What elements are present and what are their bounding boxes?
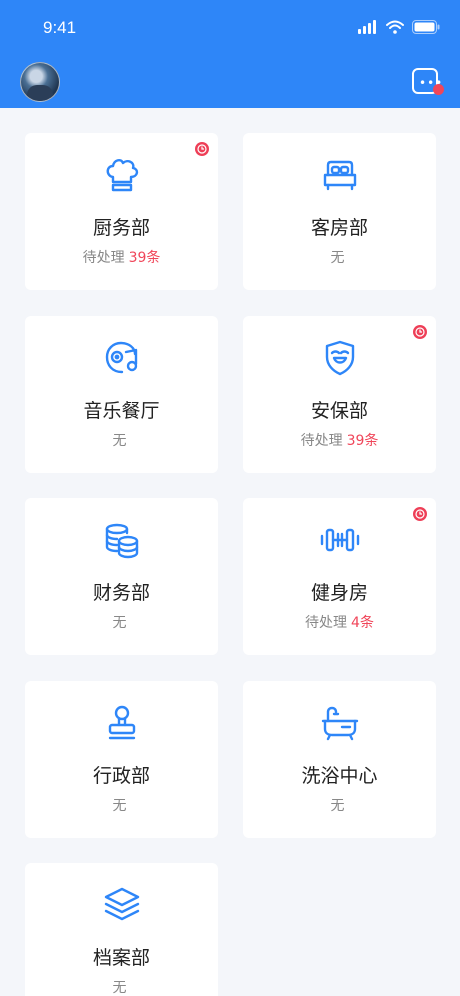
- status-time: 9:41: [43, 18, 77, 37]
- layers-icon: [104, 887, 139, 921]
- department-name: 财务部: [92, 582, 150, 604]
- department-card-gym[interactable]: 健身房 待处理 4条: [243, 498, 436, 655]
- pending-count: 39条: [128, 250, 161, 266]
- department-name: 安保部: [310, 400, 368, 422]
- clock-badge-icon: [413, 507, 427, 521]
- coins-icon: [105, 523, 138, 559]
- department-name: 洗浴中心: [301, 765, 378, 787]
- clock-badge-icon: [413, 325, 427, 339]
- department-card-admin[interactable]: 行政部 无: [25, 681, 218, 838]
- department-card-finance[interactable]: 财务部 无: [25, 498, 218, 655]
- department-name: 音乐餐厅: [83, 400, 160, 422]
- header-bar: 9:41 •••: [0, 0, 460, 108]
- status-icons: [358, 20, 440, 34]
- department-status: 无: [330, 250, 345, 266]
- department-card-kitchen[interactable]: 厨务部 待处理 39条: [25, 133, 218, 290]
- music-icon: [105, 341, 137, 374]
- message-button[interactable]: •••: [412, 66, 444, 96]
- department-name: 健身房: [310, 582, 368, 604]
- department-status: 待处理 39条: [300, 433, 379, 449]
- pending-count: 39条: [346, 433, 379, 449]
- message-notification-dot: [433, 84, 444, 95]
- shield-icon: [325, 340, 354, 376]
- user-avatar[interactable]: [20, 62, 60, 102]
- bed-icon: [323, 160, 356, 191]
- signal-icon: [358, 20, 376, 34]
- department-card-housekeeping[interactable]: 客房部 无: [243, 133, 436, 290]
- department-name: 客房部: [310, 217, 368, 239]
- department-name: 厨务部: [92, 217, 150, 239]
- department-name: 档案部: [92, 947, 150, 969]
- department-status: 无: [330, 798, 345, 814]
- department-card-security[interactable]: 安保部 待处理 39条: [243, 316, 436, 473]
- department-card-archives[interactable]: 档案部 无: [25, 863, 218, 996]
- chef-hat-icon: [106, 158, 138, 192]
- department-card-bath-center[interactable]: 洗浴中心 无: [243, 681, 436, 838]
- stamp-icon: [108, 705, 135, 740]
- department-status: 无: [112, 798, 127, 814]
- department-status: 无: [112, 980, 127, 996]
- department-card-music-restaurant[interactable]: 音乐餐厅 无: [25, 316, 218, 473]
- department-name: 行政部: [92, 765, 150, 787]
- dumbbell-icon: [320, 528, 359, 552]
- clock-badge-icon: [195, 142, 209, 156]
- department-status: 待处理 4条: [305, 615, 374, 631]
- wifi-icon: [386, 20, 404, 34]
- pending-count: 4条: [351, 615, 374, 631]
- department-status: 无: [112, 433, 127, 449]
- battery-icon: [412, 20, 440, 34]
- department-status: 无: [112, 615, 127, 631]
- bathtub-icon: [321, 706, 358, 741]
- department-status: 待处理 39条: [82, 250, 161, 266]
